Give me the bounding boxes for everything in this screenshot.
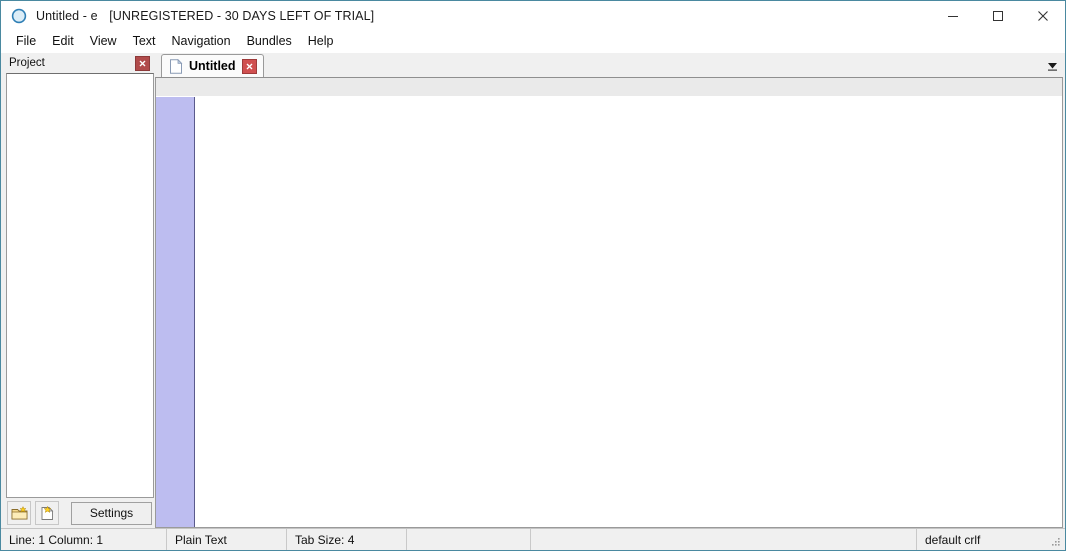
close-icon [246,63,253,69]
settings-button-label: Settings [89,506,134,520]
editor-frame [155,77,1063,528]
document-icon [170,58,183,74]
tab-list-dropdown-button[interactable] [1045,59,1059,73]
menu-item-bundles[interactable]: Bundles [239,32,300,51]
menu-item-file[interactable]: File [8,32,44,51]
status-spacer-2 [531,529,917,550]
maximize-icon [992,10,1003,21]
editor-gutter[interactable] [156,97,195,527]
status-spacer-1 [407,529,531,550]
menu-item-text[interactable]: Text [125,32,164,51]
main-body: Project Settings Untitled [1,53,1065,528]
maximize-button[interactable] [975,1,1020,30]
minimize-icon [947,15,958,17]
editor-side: Untitled [155,53,1065,528]
status-bar: Line: 1 Column: 1 Plain Text Tab Size: 4… [1,528,1065,550]
project-panel-header: Project [3,53,155,73]
minimize-button[interactable] [930,1,975,30]
app-globe-icon [11,8,27,24]
new-file-button[interactable] [35,501,59,525]
status-tab-size[interactable]: Tab Size: 4 [287,529,407,550]
document-icon [169,58,183,74]
document-tab-close-button[interactable] [241,58,257,74]
new-folder-icon [11,505,27,519]
menu-item-view[interactable]: View [82,32,125,51]
close-button[interactable] [1020,1,1065,30]
status-language[interactable]: Plain Text [167,529,287,550]
title-bar: Untitled - e [UNREGISTERED - 30 DAYS LEF… [1,1,1065,30]
application-window: Untitled - e [UNREGISTERED - 30 DAYS LEF… [0,0,1066,551]
window-title: Untitled - e [UNREGISTERED - 30 DAYS LEF… [36,9,374,23]
status-cursor-position: Line: 1 Column: 1 [1,529,167,550]
chevron-down-icon [1047,62,1057,71]
settings-button[interactable]: Settings [71,501,152,525]
menu-item-help[interactable]: Help [300,32,342,51]
project-panel-close-button[interactable] [135,56,150,71]
document-tab-label: Untitled [189,59,236,73]
editor-main [156,97,1062,527]
document-tab-bar: Untitled [155,53,1063,77]
project-tree[interactable] [6,73,154,498]
close-icon [1037,10,1048,21]
resize-grip-icon[interactable] [1050,536,1062,548]
editor-text-area[interactable] [195,97,1062,527]
status-line-endings[interactable]: default crlf [917,529,1065,550]
document-tab-untitled[interactable]: Untitled [161,54,264,77]
project-toolbar: Settings [3,498,155,528]
menu-bar: File Edit View Text Navigation Bundles H… [1,30,1065,53]
menu-item-edit[interactable]: Edit [44,32,82,51]
new-file-icon [41,505,53,520]
menu-item-navigation[interactable]: Navigation [164,32,239,51]
window-controls [930,1,1065,30]
window-title-name: Untitled - e [36,8,98,23]
project-panel: Project Settings [3,53,155,528]
editor-top-strip [156,78,1062,97]
close-icon [139,60,146,67]
window-title-trial: [UNREGISTERED - 30 DAYS LEFT OF TRIAL] [109,8,375,23]
project-panel-title: Project [9,57,45,69]
new-folder-button[interactable] [7,501,31,525]
